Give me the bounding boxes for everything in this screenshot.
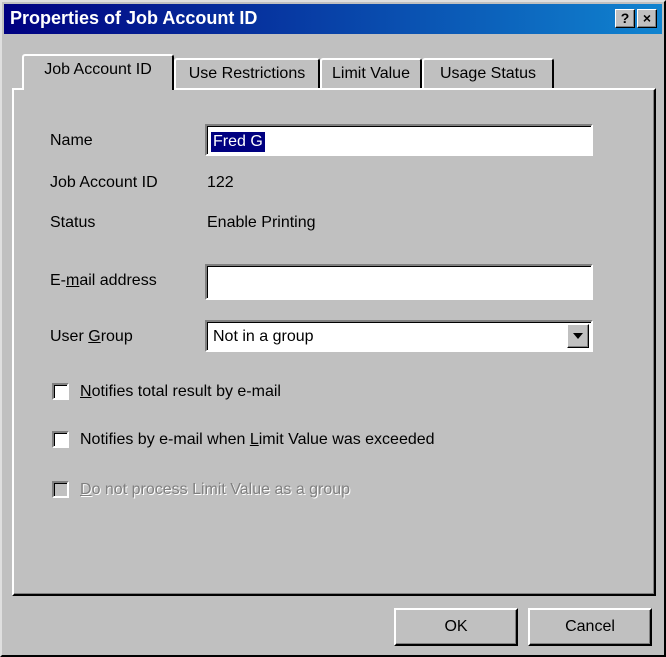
tab-limit-value[interactable]: Limit Value [320,58,422,90]
tab-panel [12,88,656,596]
help-button[interactable]: ? [615,9,635,28]
close-button[interactable]: × [637,9,657,28]
tab-usage-status[interactable]: Usage Status [422,58,554,90]
ok-button[interactable]: OK [394,608,518,646]
tab-use-restrictions[interactable]: Use Restrictions [174,58,320,90]
window-title: Properties of Job Account ID [10,8,258,28]
cancel-button[interactable]: Cancel [528,608,652,646]
properties-dialog: Properties of Job Account ID ? × Job Acc… [0,0,666,657]
title-bar[interactable]: Properties of Job Account ID ? × [4,4,662,34]
tab-job-account-id[interactable]: Job Account ID [22,54,174,90]
